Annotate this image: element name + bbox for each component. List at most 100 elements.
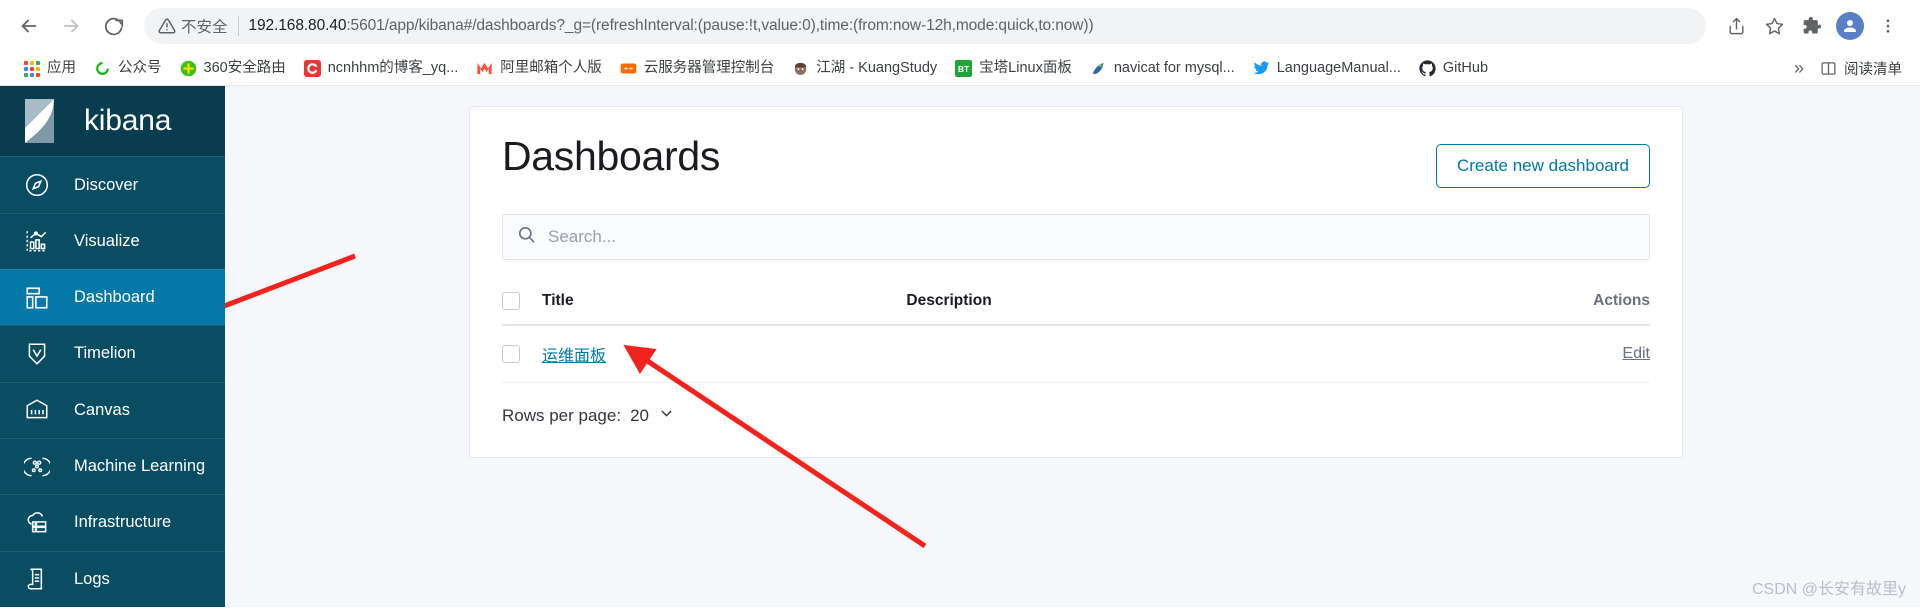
- table-header-row: Title Description Actions: [502, 282, 1650, 326]
- extensions-icon[interactable]: [1794, 8, 1830, 44]
- sidebar-item-infrastructure[interactable]: Infrastructure: [0, 494, 225, 550]
- bookmark-label: LanguageManual...: [1276, 60, 1401, 76]
- toolbar-actions: [1718, 8, 1906, 44]
- url-host: 192.168.80.40: [248, 17, 347, 34]
- bookmark-label: 公众号: [118, 60, 162, 76]
- bookmark-star-icon[interactable]: [1756, 8, 1792, 44]
- svg-text:BT: BT: [958, 64, 970, 74]
- kuangstudy-icon: [792, 60, 809, 77]
- back-button[interactable]: [10, 7, 48, 45]
- dashboards-table: Title Description Actions 运维面板 Edit: [502, 282, 1650, 383]
- bookmarks-overflow-button[interactable]: »: [1784, 58, 1814, 79]
- row-description-cell: [906, 325, 1327, 383]
- sidebar-item-logs[interactable]: Logs: [0, 550, 225, 607]
- chevron-down-icon: [658, 405, 675, 427]
- sidebar-item-label: Canvas: [74, 400, 130, 419]
- sidebar-item-label: Discover: [74, 175, 139, 194]
- sidebar-item-label: Dashboard: [74, 288, 155, 307]
- dashboard-icon: [22, 283, 52, 313]
- page-title: Dashboards: [502, 133, 721, 179]
- bookmark-label: 云服务器管理控制台: [643, 60, 775, 76]
- reading-list-button[interactable]: 阅读清单: [1814, 54, 1908, 83]
- bookmark-apps[interactable]: 应用: [14, 56, 85, 82]
- sidebar-item-dashboard[interactable]: Dashboard: [0, 269, 225, 326]
- bookmark-alimail[interactable]: 阿里邮箱个人版: [467, 56, 611, 82]
- kibana-sidebar: kibana Discover Visualize Dashboard Time…: [0, 86, 225, 607]
- sidebar-item-canvas[interactable]: Canvas: [0, 381, 225, 438]
- bookmark-kuangstudy[interactable]: 江湖 - KuangStudy: [783, 56, 946, 82]
- sidebar-item-label: Timelion: [74, 344, 136, 363]
- omnibox-divider: [237, 16, 239, 36]
- 360-router-icon: [180, 60, 197, 77]
- bookmark-label: 应用: [47, 60, 76, 76]
- rows-per-page-control[interactable]: Rows per page: 20: [502, 405, 1650, 427]
- bookmark-label: 宝塔Linux面板: [979, 60, 1072, 76]
- search-icon: [517, 225, 536, 249]
- share-icon[interactable]: [1718, 8, 1754, 44]
- bookmark-label: 江湖 - KuangStudy: [816, 60, 938, 76]
- rows-per-page-value: 20: [630, 406, 649, 425]
- compass-icon: [22, 170, 52, 200]
- twitter-icon: [1253, 60, 1270, 77]
- alimail-icon: [476, 60, 493, 77]
- aliyun-console-icon: [620, 60, 637, 77]
- bookmark-label: GitHub: [1442, 60, 1489, 76]
- url-text: 192.168.80.40:5601/app/kibana#/dashboard…: [249, 17, 1094, 35]
- sidebar-item-label: Logs: [74, 569, 110, 588]
- github-icon: [1419, 60, 1436, 77]
- select-all-checkbox[interactable]: [502, 292, 520, 310]
- reading-list-icon: [1820, 60, 1837, 77]
- watermark: CSDN @长安有故里y: [1751, 581, 1906, 598]
- bookmark-360-router[interactable]: 360安全路由: [171, 56, 295, 82]
- row-select-cell: [502, 325, 542, 383]
- forward-button[interactable]: [52, 7, 90, 45]
- reload-button[interactable]: [94, 7, 132, 45]
- address-bar[interactable]: 不安全 192.168.80.40:5601/app/kibana#/dashb…: [144, 8, 1706, 44]
- bookmark-label: 360安全路由: [203, 60, 286, 76]
- bookmark-label: 阿里邮箱个人版: [500, 60, 602, 76]
- not-secure-label: 不安全: [181, 19, 228, 36]
- bookmark-bt-panel[interactable]: BT 宝塔Linux面板: [946, 56, 1081, 82]
- sidebar-item-label: Infrastructure: [74, 513, 172, 532]
- chrome-menu-icon[interactable]: [1870, 8, 1906, 44]
- dashboards-panel: Dashboards Create new dashboard Title D: [469, 106, 1683, 458]
- arrow-to-dashboard-nav: [225, 253, 356, 309]
- reading-list-label: 阅读清单: [1844, 62, 1902, 78]
- sidebar-item-discover[interactable]: Discover: [0, 156, 225, 212]
- wechat-official-icon: [94, 60, 111, 77]
- search-input[interactable]: [548, 227, 1635, 247]
- canvas-icon: [22, 395, 52, 425]
- bookmark-label: ncnhhm的博客_yq...: [327, 60, 459, 76]
- chart-icon: [22, 226, 52, 256]
- bookmark-navicat[interactable]: navicat for mysql...: [1081, 56, 1244, 82]
- bookmark-aliyun-console[interactable]: 云服务器管理控制台: [611, 56, 784, 82]
- dashboard-title-link[interactable]: 运维面板: [542, 348, 606, 365]
- bt-panel-icon: BT: [955, 60, 973, 77]
- kibana-logo[interactable]: kibana: [0, 86, 225, 157]
- browser-chrome: 不安全 192.168.80.40:5601/app/kibana#/dashb…: [0, 0, 1920, 86]
- column-header-description[interactable]: Description: [906, 282, 1327, 326]
- browser-toolbar: 不安全 192.168.80.40:5601/app/kibana#/dashb…: [0, 0, 1920, 52]
- edit-link[interactable]: Edit: [1622, 345, 1650, 362]
- search-field[interactable]: [502, 214, 1650, 260]
- sidebar-item-visualize[interactable]: Visualize: [0, 212, 225, 269]
- profile-avatar[interactable]: [1836, 12, 1864, 40]
- not-secure-warning-icon: [158, 17, 176, 35]
- logs-icon: [22, 564, 52, 594]
- create-new-dashboard-button[interactable]: Create new dashboard: [1435, 144, 1650, 188]
- kibana-logo-icon: [22, 98, 68, 144]
- select-all-header: [502, 282, 542, 326]
- sidebar-item-timelion[interactable]: Timelion: [0, 325, 225, 381]
- bookmark-github[interactable]: GitHub: [1410, 56, 1497, 82]
- bookmark-wechat-official[interactable]: 公众号: [85, 56, 171, 82]
- sidebar-item-machine-learning[interactable]: Machine Learning: [0, 437, 225, 494]
- bookmark-csdn-blog[interactable]: ncnhhm的博客_yq...: [295, 56, 468, 82]
- row-title-cell: 运维面板: [542, 325, 907, 383]
- sidebar-item-label: Machine Learning: [74, 457, 206, 476]
- row-checkbox[interactable]: [502, 345, 520, 363]
- url-path: :5601/app/kibana#/dashboards?_g=(refresh…: [346, 17, 1094, 34]
- kibana-logo-text: kibana: [84, 104, 172, 138]
- column-header-title[interactable]: Title: [542, 282, 907, 326]
- timelion-icon: [22, 339, 52, 369]
- bookmark-language-manual[interactable]: LanguageManual...: [1244, 56, 1410, 82]
